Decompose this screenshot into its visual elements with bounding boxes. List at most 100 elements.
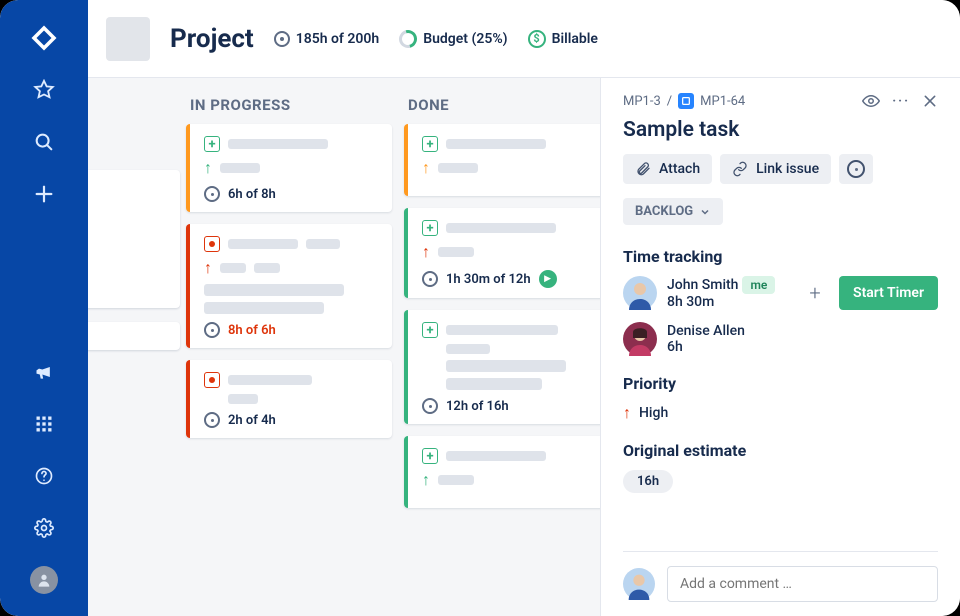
card-priority-stripe: [186, 224, 190, 348]
megaphone-icon[interactable]: [20, 348, 68, 396]
target-icon: [274, 31, 290, 47]
target-icon: [422, 398, 438, 414]
column-done: DONE + ↑ + ↑ 1h 30m of 12h▶: [404, 96, 600, 520]
placeholder-line: [438, 163, 478, 173]
time-tracking-heading: Time tracking: [623, 247, 938, 266]
card-priority-stripe: [186, 124, 190, 212]
board-header: Project 185h of 200h Budget (25%) $ Bill…: [88, 0, 960, 78]
card-priority-stripe: [404, 436, 408, 508]
task-detail-panel: MP1-3 / MP1-64 ··· Sample task Att: [600, 78, 960, 616]
target-icon: [422, 271, 438, 287]
peek-card[interactable]: [88, 170, 180, 308]
arrow-up-icon: ↑: [422, 158, 430, 178]
play-icon[interactable]: ▶: [539, 270, 557, 288]
bug-icon: [204, 236, 220, 252]
watch-icon[interactable]: [862, 92, 880, 110]
card-priority-stripe: [404, 310, 408, 424]
board-card[interactable]: + 12h of 16h: [404, 310, 600, 424]
priority-value: High: [639, 405, 668, 421]
plus-icon[interactable]: [20, 170, 68, 218]
star-icon[interactable]: [20, 66, 68, 114]
close-icon[interactable]: [922, 93, 938, 109]
status-label: BACKLOG: [635, 204, 693, 219]
subtask-icon: +: [422, 448, 438, 464]
placeholder-line: [228, 394, 258, 404]
search-icon[interactable]: [20, 118, 68, 166]
subtask-icon: +: [422, 136, 438, 152]
task-title[interactable]: Sample task: [623, 118, 938, 142]
board-card[interactable]: + ↑: [404, 436, 600, 508]
target-icon: [204, 186, 220, 202]
target-icon: [847, 160, 865, 178]
card-time-text: 6h of 8h: [228, 187, 276, 202]
subtask-icon: +: [204, 136, 220, 152]
extra-action-button[interactable]: [839, 154, 873, 184]
subtask-icon: +: [422, 322, 438, 338]
column-title: IN PROGRESS: [186, 96, 392, 114]
placeholder-line: [446, 344, 490, 354]
project-avatar[interactable]: [106, 17, 150, 61]
peek-card[interactable]: [88, 322, 180, 350]
time-stat-text: 185h of 200h: [296, 31, 379, 47]
assignee-time: 6h: [667, 339, 745, 355]
arrow-up-icon: ↑: [623, 403, 631, 423]
bug-icon: [204, 372, 220, 388]
assignee-name: John Smith: [667, 277, 738, 293]
arrow-up-icon: ↑: [204, 258, 212, 278]
link-issue-button[interactable]: Link issue: [720, 154, 831, 184]
add-assignee-button[interactable]: +: [799, 277, 831, 309]
assignee-avatar[interactable]: [623, 322, 657, 356]
placeholder-line: [228, 375, 312, 385]
status-dropdown[interactable]: BACKLOG: [623, 198, 723, 225]
card-time-text: 8h of 6h: [228, 323, 276, 338]
card-time-text: 1h 30m of 12h: [446, 272, 531, 287]
placeholder-line: [306, 239, 340, 249]
comment-input[interactable]: [667, 566, 938, 602]
assignee-avatar[interactable]: [623, 276, 657, 310]
budget-ring-icon: [396, 26, 421, 51]
estimate-pill[interactable]: 16h: [623, 470, 673, 493]
sidebar: [0, 0, 88, 616]
breadcrumb[interactable]: MP1-3 / MP1-64: [623, 93, 745, 109]
budget-label: Budget (25%): [423, 31, 507, 47]
arrow-up-icon: ↑: [204, 158, 212, 178]
board-card[interactable]: + ↑: [404, 124, 600, 196]
settings-icon[interactable]: [20, 504, 68, 552]
board-card[interactable]: + ↑ 6h of 8h: [186, 124, 392, 212]
board-card[interactable]: ↑ 8h of 6h: [186, 224, 392, 348]
breadcrumb-id[interactable]: MP1-64: [700, 94, 745, 109]
target-icon: [204, 322, 220, 338]
peek-column: [88, 170, 180, 364]
start-timer-button[interactable]: Start Timer: [839, 276, 938, 310]
board-card[interactable]: 2h of 4h: [186, 360, 392, 438]
user-avatar[interactable]: [20, 556, 68, 604]
me-badge: me: [742, 276, 775, 294]
board-card[interactable]: + ↑ 1h 30m of 12h▶: [404, 208, 600, 298]
link-issue-label: Link issue: [756, 161, 819, 177]
breadcrumb-parent[interactable]: MP1-3: [623, 94, 661, 109]
placeholder-line: [446, 325, 558, 335]
card-time-text: 12h of 16h: [446, 399, 509, 414]
kanban-board: IN PROGRESS + ↑ 6h of 8h ↑: [88, 78, 600, 616]
column-in-progress: IN PROGRESS + ↑ 6h of 8h ↑: [186, 96, 392, 450]
arrow-up-icon: ↑: [422, 470, 430, 490]
time-stat: 185h of 200h: [274, 31, 379, 47]
grid-apps-icon[interactable]: [20, 400, 68, 448]
placeholder-line: [446, 451, 546, 461]
billable-stat: $ Billable: [528, 30, 598, 48]
help-icon[interactable]: [20, 452, 68, 500]
breadcrumb-sep: /: [667, 94, 672, 109]
subtask-icon: +: [422, 220, 438, 236]
placeholder-line: [228, 239, 298, 249]
atlassian-icon[interactable]: [20, 14, 68, 62]
assignee-time: 8h 30m: [667, 294, 775, 310]
card-priority-stripe: [404, 208, 408, 298]
priority-value-row[interactable]: ↑ High: [623, 403, 938, 423]
billable-label: Billable: [552, 31, 598, 47]
placeholder-line: [446, 139, 546, 149]
placeholder-line: [220, 263, 246, 273]
attach-button[interactable]: Attach: [623, 154, 712, 184]
placeholder-line: [438, 247, 474, 257]
more-icon[interactable]: ···: [892, 94, 910, 109]
issue-type-icon: [678, 93, 694, 109]
